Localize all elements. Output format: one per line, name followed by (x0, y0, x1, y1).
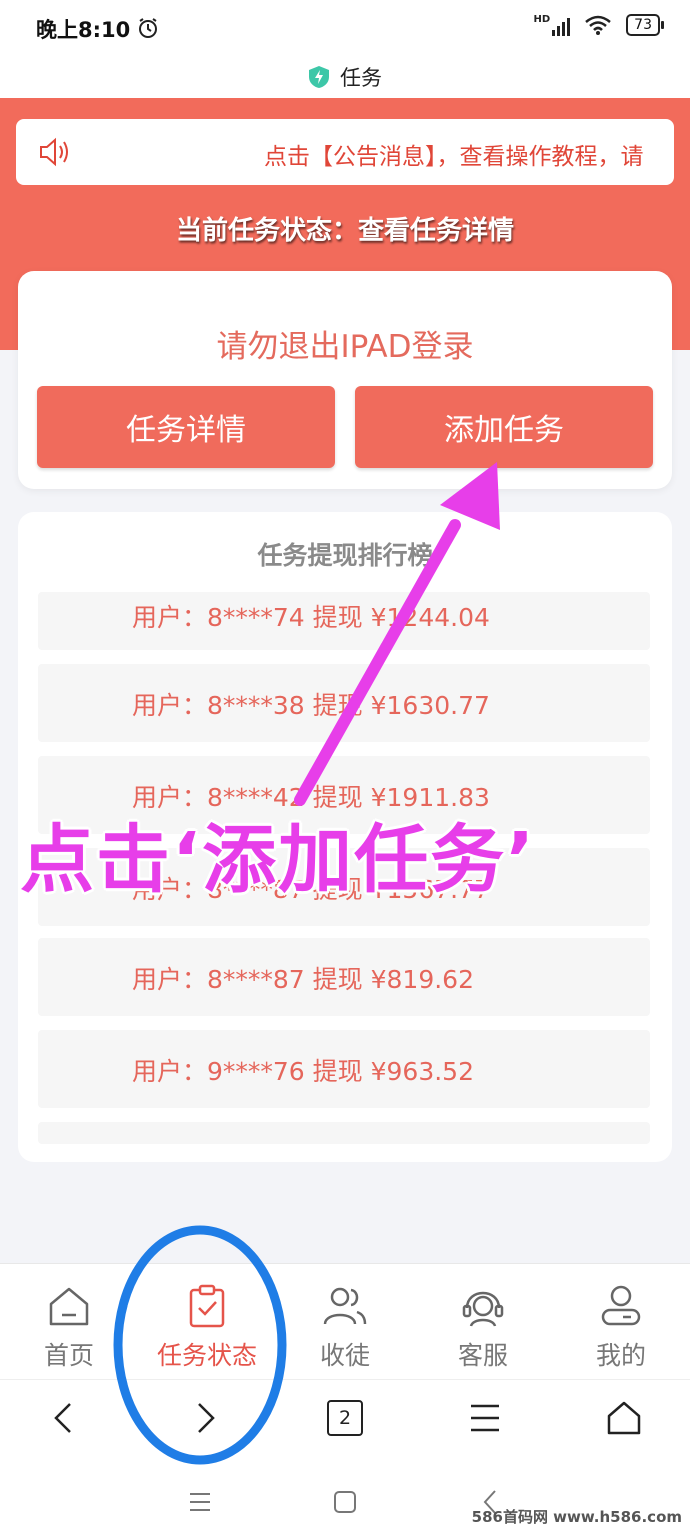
card-title: 请勿退出IPAD登录 (216, 329, 474, 365)
status-icons: HD 73 (534, 14, 664, 36)
nav-label: 首页 (43, 1341, 94, 1370)
alarm-icon (139, 18, 157, 38)
nav-label: 客服 (457, 1341, 508, 1370)
menu-icon[interactable] (465, 1398, 505, 1438)
nav-label: 任务状态 (156, 1341, 257, 1370)
ranking-row-text: 用户：8****87 提现 ¥819.62 (132, 965, 474, 994)
recent-apps-icon[interactable] (188, 1491, 212, 1513)
home-square-icon[interactable] (333, 1490, 357, 1514)
nav-item-home[interactable]: 首页 (0, 1264, 138, 1380)
users-icon (323, 1287, 367, 1325)
watermark: 586首码网 www.h586.com (471, 1508, 682, 1526)
ranking-row: 用户：8****87 提现 ¥819.62 (38, 938, 650, 1016)
forward-icon[interactable] (185, 1398, 225, 1438)
task-status-line: 当前任务状态：查看任务详情 (175, 216, 514, 246)
nav-item-task-status[interactable]: 任务状态 (138, 1264, 276, 1380)
task-card: 请勿退出IPAD登录 任务详情 添加任务 (18, 271, 672, 489)
wifi-icon (585, 15, 611, 35)
headset-icon (462, 1291, 504, 1327)
user-icon (601, 1285, 641, 1326)
tab-count-button[interactable]: 2 (327, 1400, 363, 1436)
nav-item-apprentice[interactable]: 收徒 (276, 1264, 414, 1380)
notice-marquee[interactable]: 点击【公告消息】，查看操作教程，请 (16, 119, 674, 185)
page-title: 任务 (340, 66, 382, 90)
browser-home-icon[interactable] (604, 1398, 644, 1438)
back-icon[interactable] (44, 1398, 84, 1438)
status-bar: 晚上8:10 HD 73 (0, 0, 690, 56)
add-task-button[interactable]: 添加任务 (355, 386, 653, 468)
ranking-row-text: 用户：8****38 提现 ¥1630.77 (132, 691, 490, 720)
shield-bolt-icon (309, 66, 329, 88)
ranking-row (38, 1122, 650, 1144)
ranking-row: 用户：8****74 提现 ¥1244.04 (38, 592, 650, 650)
ranking-row-text: 用户：9****76 提现 ¥963.52 (132, 1057, 474, 1086)
ranking-row-text: 用户：8****74 提现 ¥1244.04 (132, 603, 490, 632)
bottom-nav: 首页 任务状态 收徒 客服 我的 (0, 1263, 690, 1380)
ranking-title: 任务提现排行榜 (257, 541, 433, 570)
nav-label: 收徒 (319, 1341, 370, 1370)
task-detail-button[interactable]: 任务详情 (37, 386, 335, 468)
annotation-text: 点击‘添加任务’ (20, 817, 537, 903)
network-type: HD (533, 14, 551, 25)
nav-item-customer-service[interactable]: 客服 (414, 1264, 552, 1380)
battery-indicator: 73 (626, 14, 664, 36)
nav-item-mine[interactable]: 我的 (552, 1264, 690, 1380)
status-time: 晚上8:10 (36, 18, 131, 42)
ranking-row: 用户：8****38 提现 ¥1630.77 (38, 664, 650, 742)
clipboard-check-icon (189, 1284, 225, 1328)
signal-icon: HD (534, 14, 571, 36)
notice-text: 点击【公告消息】，查看操作教程，请 (264, 144, 644, 170)
nav-label: 我的 (595, 1341, 646, 1370)
title-bar: 任务 (0, 56, 690, 98)
ranking-row: 用户：9****76 提现 ¥963.52 (38, 1030, 650, 1108)
home-icon (49, 1287, 89, 1326)
speaker-icon (40, 137, 68, 167)
